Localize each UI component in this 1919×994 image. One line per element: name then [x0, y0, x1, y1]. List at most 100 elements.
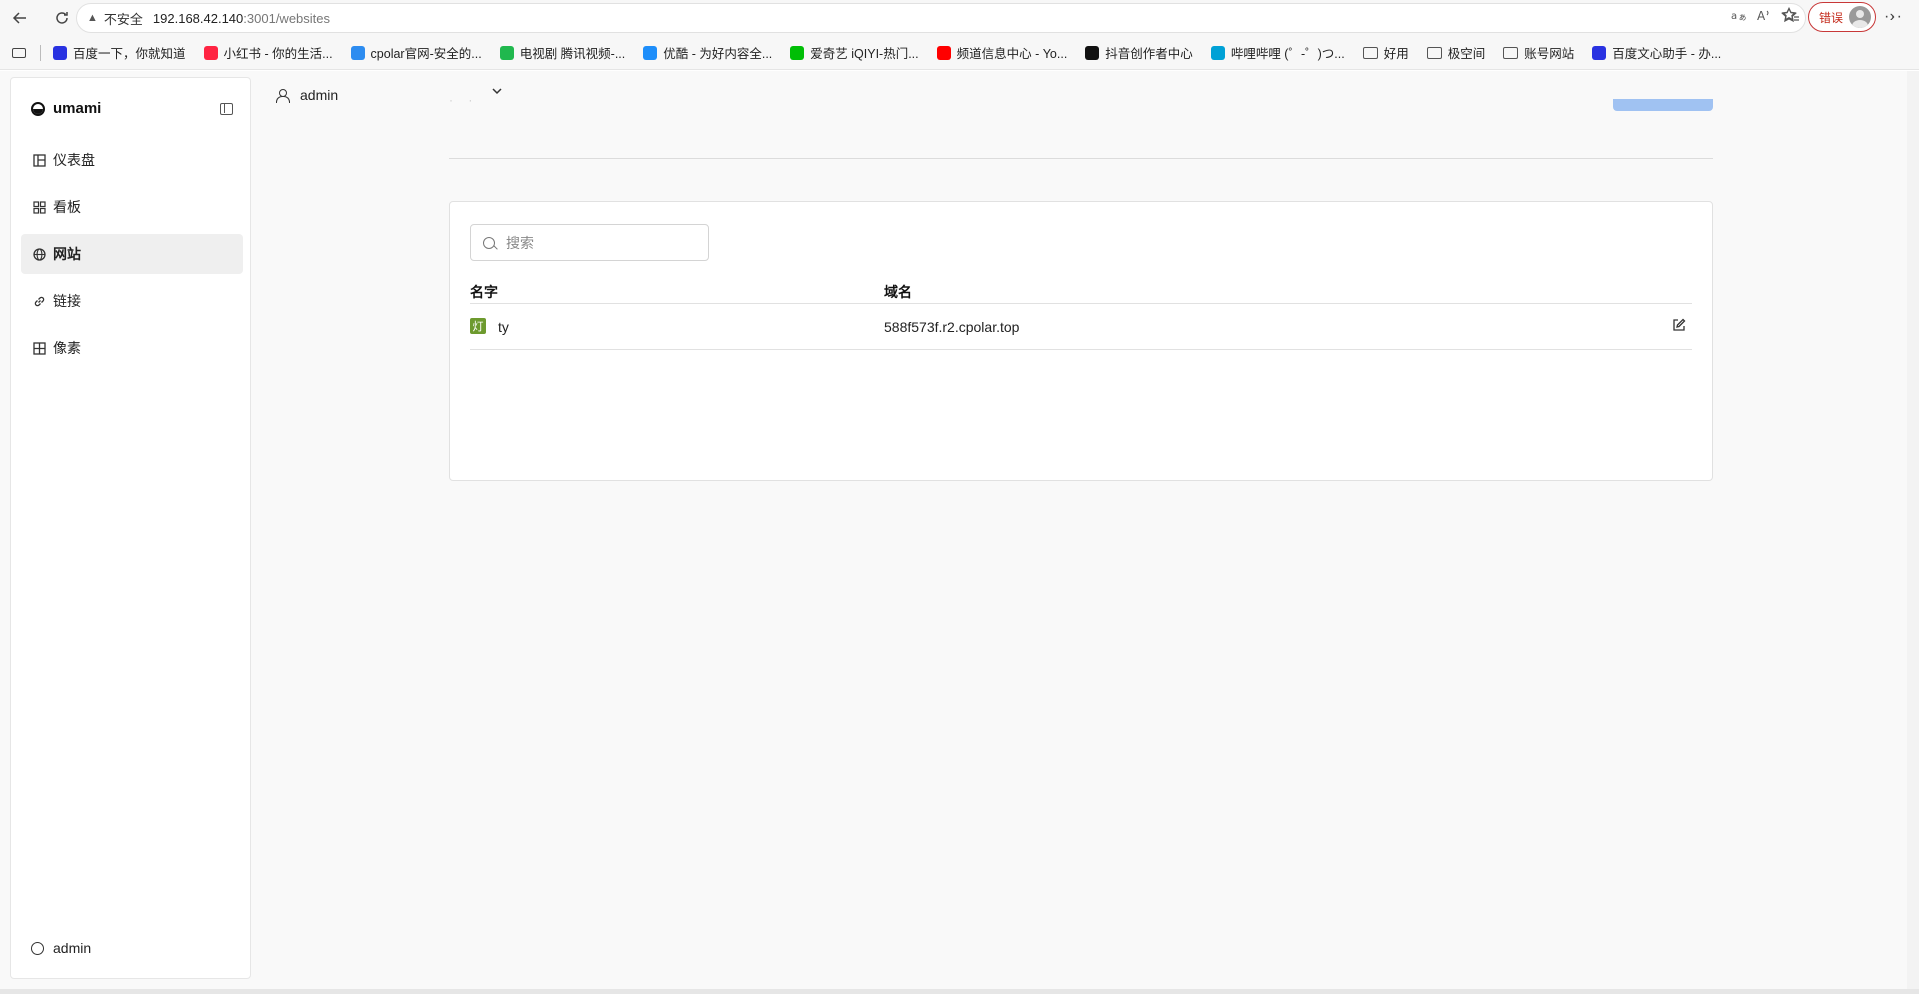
bookmark-item[interactable]: cpolar官网-安全的...: [350, 43, 482, 62]
profile-error-button[interactable]: 错误: [1808, 2, 1877, 32]
link-icon: [31, 295, 47, 308]
bookmark-item[interactable]: 百度一下，你就知道: [53, 43, 186, 62]
read-aloud-icon[interactable]: A: [1757, 8, 1771, 25]
bookmark-item[interactable]: 百度文心助手 - 办...: [1592, 43, 1721, 62]
sidebar-item-1[interactable]: 仪表盘: [21, 140, 243, 180]
folder-icon: [1503, 46, 1519, 59]
table-row[interactable]: 灯 ty 588f573f.r2.cpolar.top: [470, 304, 1692, 350]
site-domain: 588f573f.r2.cpolar.top: [884, 319, 1020, 335]
svg-text:ぁ: ぁ: [1738, 13, 1747, 22]
globe-icon: [31, 247, 47, 261]
site-favicon: 灯: [470, 318, 486, 334]
page-scrollbar[interactable]: [1907, 71, 1919, 989]
tab-actions-icon[interactable]: [12, 47, 26, 58]
profile-avatar: [1849, 6, 1872, 28]
umami-logo-icon: [31, 101, 45, 116]
bookmark-label: 爱奇艺 iQIYI-热门...: [810, 47, 919, 61]
bookmark-label: 抖音创作者中心: [1105, 47, 1193, 61]
bookmark-label: 极空间: [1447, 47, 1486, 61]
bookmark-item[interactable]: 爱奇艺 iQIYI-热门...: [790, 43, 919, 62]
bookmark-item[interactable]: 哔哩哔哩 (゜-゜)つ...: [1210, 43, 1345, 62]
table-header: 名字 域名: [470, 282, 1692, 304]
warning-icon[interactable]: ▲: [87, 12, 98, 24]
bookmark-label: 哔哩哔哩 (゜-゜)つ...: [1230, 47, 1345, 61]
sidebar-item-label: 网站: [53, 246, 81, 262]
favorites-icon[interactable]: [1781, 6, 1800, 28]
bookmark-item[interactable]: 频道信息中心 - Yo...: [936, 43, 1068, 62]
youku-icon: [643, 45, 658, 60]
folder-icon: [1426, 46, 1442, 59]
bookmark-item[interactable]: 电视剧 腾讯视频-...: [499, 43, 626, 62]
sidebar-item-label: 仪表盘: [53, 152, 95, 168]
bookmark-label: 频道信息中心 - Yo...: [956, 47, 1068, 61]
bookmark-item[interactable]: 极空间: [1426, 43, 1486, 62]
bookmark-label: 电视剧 腾讯视频-...: [519, 47, 626, 61]
bookmark-item[interactable]: 小红书 - 你的生活...: [203, 43, 333, 62]
brand[interactable]: umami: [31, 100, 101, 117]
edit-icon[interactable]: [1672, 318, 1686, 332]
brand-name: umami: [53, 100, 102, 117]
app-area: umami 仪表盘看板网站链接像素 admin admin · · 名字 域名 …: [0, 71, 1919, 994]
sidebar-item-label: 链接: [53, 293, 81, 309]
svg-text:a: a: [1731, 11, 1737, 22]
douyin-icon: [1085, 45, 1100, 60]
svg-text:A: A: [1757, 9, 1766, 22]
bookmark-item[interactable]: 好用: [1362, 43, 1409, 62]
bookmark-item[interactable]: 优酷 - 为好内容全...: [643, 43, 772, 62]
bookmark-label: 小红书 - 你的生活...: [223, 47, 333, 61]
page-header-faded: · ·: [449, 93, 479, 107]
chevron-right-icon[interactable]: ›: [1890, 8, 1895, 26]
address-bar[interactable]: ▲ 不安全 192.168.42.140:3001/websites aぁ A: [76, 3, 1806, 33]
url-path: :3001/websites: [243, 10, 331, 26]
bookmark-label: 优酷 - 为好内容全...: [663, 47, 773, 61]
user-circle-icon: [31, 941, 44, 955]
bookmark-label: 账号网站: [1524, 47, 1575, 61]
header-divider: [449, 158, 1713, 159]
bookmarks-bar: 百度一下，你就知道 小红书 - 你的生活... cpolar官网-安全的... 电视剧…: [0, 36, 1919, 70]
top-username: admin: [300, 87, 339, 103]
add-website-button[interactable]: [1613, 99, 1713, 111]
bookmark-item[interactable]: 抖音创作者中心: [1085, 43, 1193, 62]
bookmark-item[interactable]: 账号网站: [1503, 43, 1574, 62]
window-bottom-edge: [0, 989, 1919, 994]
reload-icon[interactable]: [48, 4, 76, 32]
security-label[interactable]: 不安全: [104, 9, 143, 28]
iqiyi-icon: [790, 45, 805, 60]
sidebar: umami 仪表盘看板网站链接像素 admin: [10, 77, 251, 979]
column-header-domain: 域名: [884, 284, 912, 300]
team-switcher[interactable]: admin: [276, 87, 502, 103]
search-box[interactable]: [470, 224, 709, 261]
sidebar-item-label: 看板: [53, 199, 81, 215]
search-icon: [483, 236, 495, 249]
bilibili-icon: [1210, 45, 1225, 60]
sidebar-username: admin: [53, 940, 92, 956]
cpolar-icon: [350, 45, 365, 60]
xiaohongshu-icon: [203, 45, 218, 60]
sidebar-item-2[interactable]: 看板: [21, 187, 243, 227]
search-input[interactable]: [506, 234, 686, 251]
websites-card: 名字 域名 灯 ty 588f573f.r2.cpolar.top: [449, 201, 1713, 481]
bookmark-label: 百度一下，你就知道: [73, 47, 186, 61]
folder-icon: [1362, 46, 1378, 59]
bookmark-label: 好用: [1383, 47, 1409, 61]
profile-error-label: 错误: [1819, 10, 1844, 25]
pixel-grid-icon: [31, 341, 47, 355]
sidebar-item-5[interactable]: 像素: [21, 328, 243, 368]
sidebar-nav: 仪表盘看板网站链接像素: [21, 140, 243, 375]
tencent-video-icon: [499, 45, 514, 60]
boards-icon: [31, 200, 47, 214]
sidebar-collapse-icon[interactable]: [220, 103, 233, 115]
site-name[interactable]: ty: [498, 319, 509, 335]
baidu-icon: [53, 45, 67, 60]
sidebar-user-menu[interactable]: admin: [31, 940, 91, 956]
browser-toolbar: ▲ 不安全 192.168.42.140:3001/websites aぁ A …: [0, 0, 1919, 36]
sidebar-item-4[interactable]: 链接: [21, 281, 243, 321]
user-icon: [276, 89, 290, 103]
baidu-icon: [1592, 45, 1607, 60]
translate-icon[interactable]: aぁ: [1731, 8, 1747, 25]
bookmark-label: cpolar官网-安全的...: [370, 47, 482, 61]
sidebar-item-3[interactable]: 网站: [21, 234, 243, 274]
chevron-down-icon[interactable]: [492, 86, 502, 98]
back-icon[interactable]: [6, 4, 34, 32]
column-header-name: 名字: [470, 284, 498, 300]
